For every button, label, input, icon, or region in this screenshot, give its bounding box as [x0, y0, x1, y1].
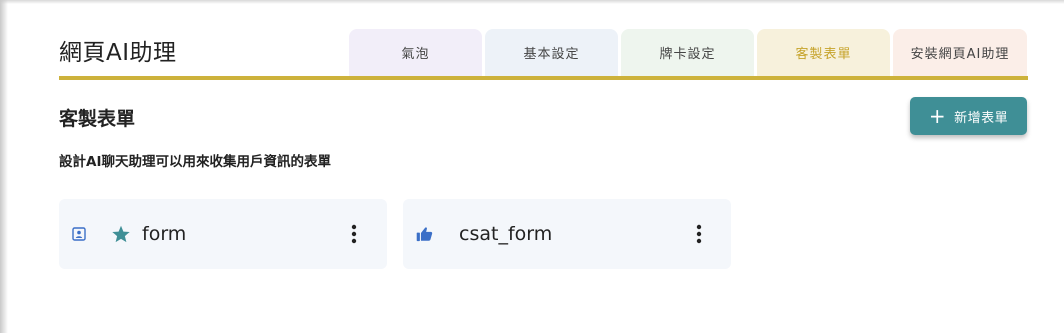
contact-card-icon — [72, 227, 86, 241]
window-edge-top — [0, 0, 1064, 4]
page-title: 網頁AI助理 — [59, 40, 177, 66]
header-divider — [59, 76, 1028, 80]
tab-install[interactable]: 安裝網頁AI助理 — [893, 29, 1027, 76]
tab-basic-settings[interactable]: 基本設定 — [485, 29, 618, 76]
star-icon — [112, 225, 130, 243]
add-form-button[interactable]: + 新增表單 — [910, 97, 1027, 135]
tab-custom-forms[interactable]: 客製表單 — [757, 29, 890, 76]
section-title: 客製表單 — [59, 108, 136, 130]
plus-icon: + — [928, 104, 947, 128]
add-form-button-label: 新增表單 — [954, 110, 1009, 126]
window-edge-left — [0, 0, 8, 333]
tab-bar: 氣泡 基本設定 牌卡設定 客製表單 安裝網頁AI助理 — [349, 29, 1027, 76]
more-vertical-icon[interactable] — [696, 224, 702, 244]
form-card[interactable]: form — [59, 199, 387, 269]
tab-card-settings[interactable]: 牌卡設定 — [621, 29, 754, 76]
more-vertical-icon[interactable] — [351, 224, 357, 244]
form-name: csat_form — [459, 223, 553, 245]
app-window: 網頁AI助理 氣泡 基本設定 牌卡設定 客製表單 安裝網頁AI助理 客製表單 設… — [0, 0, 1064, 333]
form-name: form — [142, 223, 187, 245]
tab-bubble[interactable]: 氣泡 — [349, 29, 482, 76]
form-card[interactable]: csat_form — [403, 199, 731, 269]
section-description: 設計AI聊天助理可以用來收集用戶資訊的表單 — [59, 154, 331, 170]
thumbs-up-icon — [416, 227, 433, 242]
